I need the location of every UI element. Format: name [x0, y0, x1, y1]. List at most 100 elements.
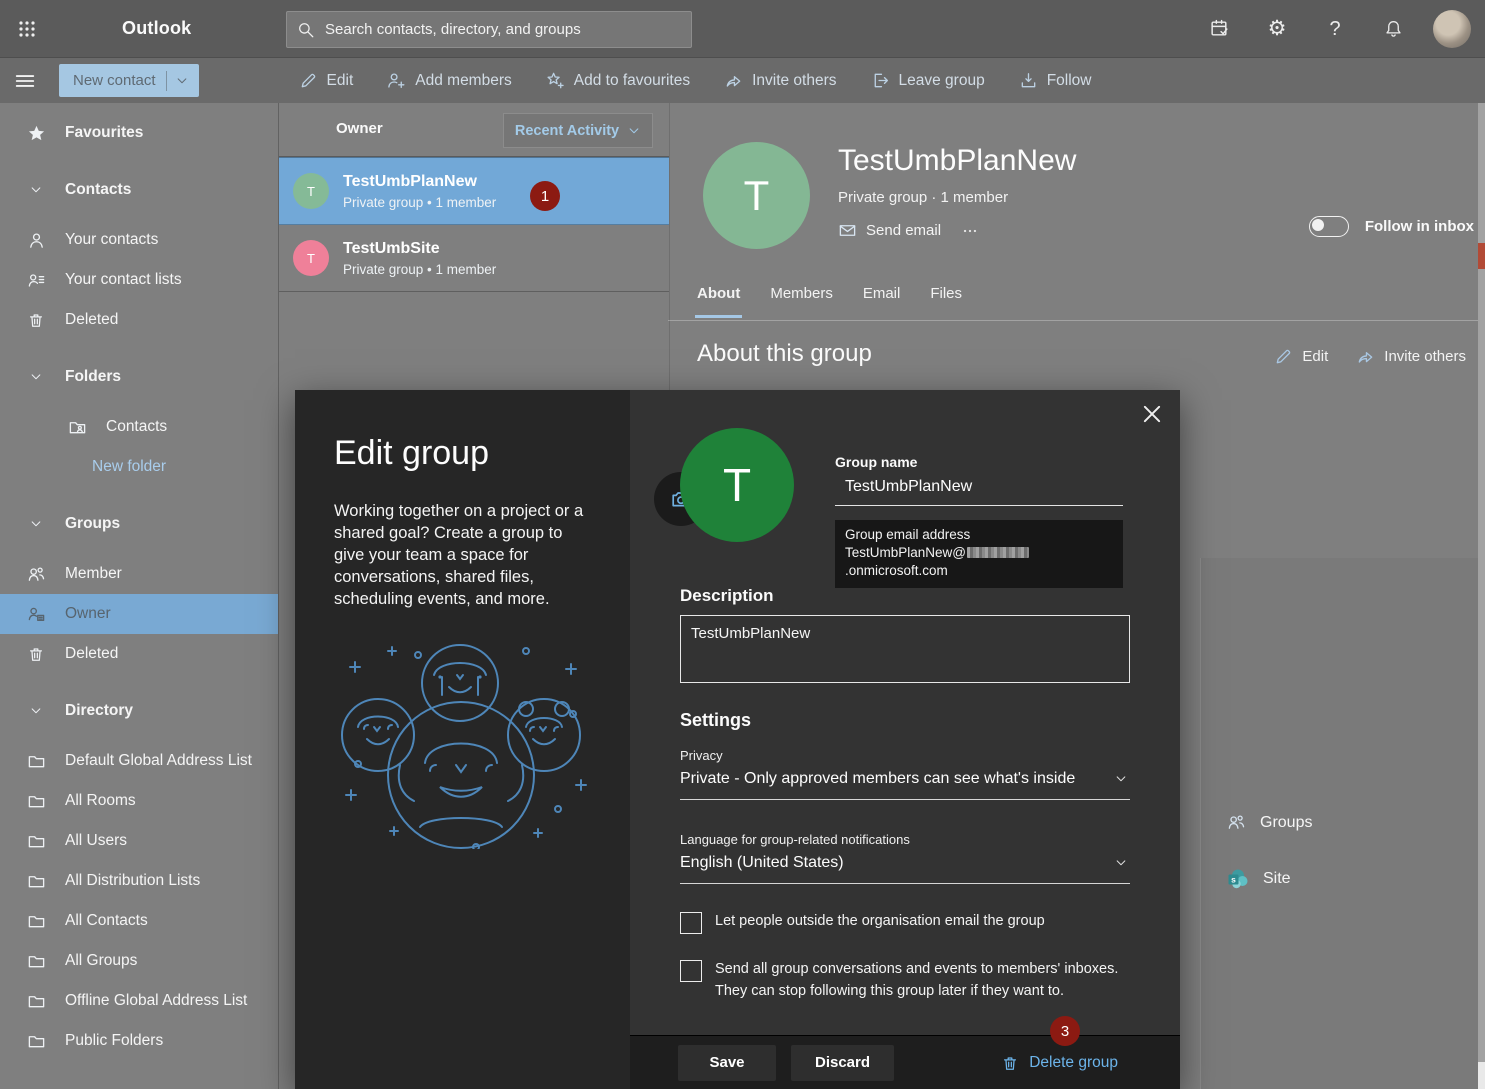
chevron-down-icon[interactable]	[175, 74, 189, 88]
search-icon	[297, 21, 315, 39]
checkbox-box[interactable]	[680, 960, 702, 982]
send-conversations-checkbox[interactable]: Send all group conversations and events …	[680, 959, 1130, 1003]
chevron-down-icon[interactable]	[25, 517, 47, 531]
about-section-title: About this group	[697, 340, 872, 368]
group-list-item-testumbsite[interactable]: TTestUmbSitePrivate group • 1 member	[279, 225, 669, 292]
sidebar-item-all-distribution-lists[interactable]: All Distribution Lists	[0, 861, 278, 901]
gear-icon[interactable]: ⚙	[1263, 15, 1291, 43]
follow-toggle[interactable]	[1309, 216, 1349, 237]
group-avatar: T	[293, 173, 329, 209]
page-scrollbar[interactable]	[1478, 103, 1485, 1089]
sidebar-item-folders[interactable]: Folders	[0, 357, 278, 397]
follow-in-inbox: Follow in inbox	[1309, 216, 1474, 237]
toolbar-action-add-members[interactable]: Add members	[387, 71, 511, 90]
share-icon	[724, 71, 743, 90]
person-icon	[25, 231, 47, 250]
more-options-icon[interactable]	[960, 221, 980, 241]
outlook-people-window: Outlook Search contacts, directory, and …	[0, 0, 1485, 1089]
invite-others-button[interactable]: Invite others	[1356, 347, 1466, 366]
sidebar-item-label: Groups	[65, 515, 120, 533]
save-button[interactable]: Save	[678, 1045, 776, 1081]
sidebar-item-your-contacts[interactable]: Your contacts	[0, 220, 278, 260]
discard-button[interactable]: Discard	[791, 1045, 894, 1081]
user-avatar[interactable]	[1433, 10, 1471, 48]
search-input[interactable]: Search contacts, directory, and groups	[286, 11, 692, 48]
rail-item-groups[interactable]: Groups	[1227, 813, 1312, 832]
sidebar-item-favourites[interactable]: Favourites	[0, 113, 278, 153]
sidebar-item-deleted[interactable]: Deleted	[0, 634, 278, 674]
edit-group-button[interactable]: Edit	[1274, 347, 1328, 366]
group-name-label: Group name	[835, 454, 1123, 470]
close-icon[interactable]	[1137, 399, 1167, 429]
rail-item-site[interactable]: s Site	[1227, 868, 1291, 890]
search-placeholder: Search contacts, directory, and groups	[325, 21, 581, 38]
toolbar-action-edit[interactable]: Edit	[299, 71, 354, 90]
sidebar-item-owner[interactable]: Owner	[0, 594, 278, 634]
toolbar-action-label: Invite others	[752, 72, 836, 90]
edit-group-dialog: Edit group Working together on a project…	[295, 390, 1180, 1089]
sidebar-item-label: Your contacts	[65, 231, 158, 249]
privacy-label: Privacy	[680, 748, 1130, 763]
tab-email[interactable]: Email	[863, 285, 901, 308]
sidebar-item-member[interactable]: Member	[0, 554, 278, 594]
sidebar-item-directory[interactable]: Directory	[0, 691, 278, 731]
sidebar-item-all-users[interactable]: All Users	[0, 821, 278, 861]
help-icon[interactable]: ?	[1321, 15, 1349, 43]
chevron-down-icon	[627, 124, 641, 138]
toolbar-action-add-to-favourites[interactable]: Add to favourites	[546, 71, 690, 90]
app-launcher-icon[interactable]	[4, 6, 50, 52]
send-email-button[interactable]: Send email	[838, 221, 941, 240]
group-list-item-testumbplannew[interactable]: TTestUmbPlanNewPrivate group • 1 member1	[279, 157, 669, 225]
outside-email-checkbox[interactable]: Let people outside the organisation emai…	[680, 911, 1130, 934]
chevron-down-icon[interactable]	[25, 370, 47, 384]
toolbar-action-leave-group[interactable]: Leave group	[871, 71, 985, 90]
group-item-meta: Private group • 1 member	[343, 262, 496, 277]
checkbox-box[interactable]	[680, 912, 702, 934]
star-add-icon	[546, 71, 565, 90]
dialog-footer: Save Discard Delete group	[630, 1035, 1180, 1089]
language-select[interactable]: English (United States)	[680, 847, 1130, 884]
folder-icon	[25, 832, 47, 851]
sidebar-item-contacts[interactable]: Contacts	[0, 170, 278, 210]
hamburger-icon[interactable]	[3, 61, 47, 101]
chevron-down-icon[interactable]	[25, 183, 47, 197]
privacy-select[interactable]: Private - Only approved members can see …	[680, 763, 1130, 800]
group-item-name: TestUmbSite	[343, 240, 496, 258]
sidebar-item-public-folders[interactable]: Public Folders	[0, 1021, 278, 1061]
tab-members[interactable]: Members	[770, 285, 833, 308]
sidebar-item-label: All Contacts	[65, 912, 148, 930]
group-name-field[interactable]: TestUmbPlanNew	[835, 470, 1123, 506]
sidebar-item-label: Default Global Address List	[65, 752, 252, 770]
sidebar-item-new-folder[interactable]: New folder	[0, 447, 278, 487]
toolbar-action-label: Follow	[1047, 72, 1092, 90]
scrollbar-thumb[interactable]	[1478, 1062, 1485, 1089]
toolbar-action-invite-others[interactable]: Invite others	[724, 71, 836, 90]
tab-files[interactable]: Files	[930, 285, 962, 308]
sidebar-item-your-contact-lists[interactable]: Your contact lists	[0, 260, 278, 300]
bell-icon[interactable]	[1379, 15, 1407, 43]
owner-icon	[25, 605, 47, 624]
dialog-intro-text: Working together on a project or a share…	[334, 501, 586, 611]
people-list-icon	[25, 271, 47, 290]
sidebar-item-default-global-address-list[interactable]: Default Global Address List	[0, 741, 278, 781]
sidebar-item-label: All Users	[65, 832, 127, 850]
description-field[interactable]: TestUmbPlanNew	[680, 615, 1130, 683]
sidebar-item-groups[interactable]: Groups	[0, 504, 278, 544]
sidebar-item-deleted[interactable]: Deleted	[0, 300, 278, 340]
sort-dropdown[interactable]: Recent Activity	[503, 113, 653, 148]
sidebar-item-contacts[interactable]: Contacts	[0, 407, 278, 447]
tab-about[interactable]: About	[697, 285, 740, 308]
tasks-icon[interactable]	[1205, 15, 1233, 43]
sidebar-item-all-groups[interactable]: All Groups	[0, 941, 278, 981]
sidebar-item-all-contacts[interactable]: All Contacts	[0, 901, 278, 941]
sidebar-item-label: Favourites	[65, 124, 143, 142]
toolbar-action-follow[interactable]: Follow	[1019, 71, 1092, 90]
delete-group-button[interactable]: Delete group	[1001, 1054, 1118, 1072]
resources-rail: Groups s Site	[1200, 558, 1478, 1089]
toolbar-action-label: Edit	[327, 72, 354, 90]
sidebar-item-label: Deleted	[65, 311, 118, 329]
sidebar-item-offline-global-address-list[interactable]: Offline Global Address List	[0, 981, 278, 1021]
chevron-down-icon[interactable]	[25, 704, 47, 718]
sidebar-item-all-rooms[interactable]: All Rooms	[0, 781, 278, 821]
new-contact-button[interactable]: New contact	[59, 64, 199, 97]
